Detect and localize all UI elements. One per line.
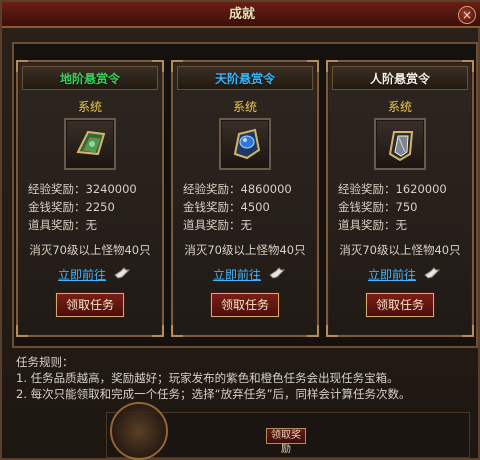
card-header: 人阶悬赏令 xyxy=(332,66,468,90)
accept-task-button[interactable]: 领取任务 xyxy=(56,293,124,317)
corner-ornament xyxy=(462,60,474,72)
corner-ornament xyxy=(307,60,319,72)
task-requirement: 消灭70级以上怪物40只 xyxy=(29,243,151,257)
item-reward-value: 无 xyxy=(85,218,98,232)
accept-task-button[interactable]: 领取任务 xyxy=(211,293,279,317)
money-reward-value: 4500 xyxy=(240,200,270,214)
accept-task-button[interactable]: 领取任务 xyxy=(366,293,434,317)
green-jade-token-icon xyxy=(64,118,116,170)
task-rules: 任务规则： 1. 任务品质越高，奖励越好；玩家发布的紫色和橙色任务会出现任务宝箱… xyxy=(16,354,472,402)
card-title: 天阶悬赏令 xyxy=(214,72,275,86)
exp-reward: 经验奖励：1620000 xyxy=(338,180,466,198)
corner-ornament xyxy=(16,60,28,72)
rules-item: 1. 任务品质越高，奖励越好；玩家发布的紫色和橙色任务会出现任务宝箱。 xyxy=(16,371,399,385)
blue-sapphire-token-icon xyxy=(219,118,271,170)
corner-ornament xyxy=(307,325,319,337)
corner-ornament xyxy=(152,325,164,337)
bounty-card-heaven: 天阶悬赏令 系统 经验奖励：4860000 金钱奖励：4500 道具奖励：无 消… xyxy=(171,60,319,337)
card-publisher: 系统 xyxy=(387,100,412,114)
exp-reward-value: 4860000 xyxy=(240,182,292,196)
rules-item: 2. 每次只能领取和完成一个任务；选择“放弃任务”后，同样会计算任务次数。 xyxy=(16,387,411,401)
window-title: 成就 xyxy=(228,7,255,22)
card-title: 人阶悬赏令 xyxy=(369,72,430,86)
corner-ornament xyxy=(171,325,183,337)
reward-list: 经验奖励：1620000 金钱奖励：750 道具奖励：无 xyxy=(338,180,466,234)
exp-reward-value: 1620000 xyxy=(395,182,447,196)
money-reward-label: 金钱奖励： xyxy=(338,200,396,214)
exp-reward: 经验奖励：4860000 xyxy=(183,180,311,198)
exp-reward: 经验奖励：3240000 xyxy=(28,180,156,198)
item-reward-value: 无 xyxy=(240,218,253,232)
item-reward: 道具奖励：无 xyxy=(338,216,466,234)
corner-ornament xyxy=(152,60,164,72)
item-reward: 道具奖励：无 xyxy=(28,216,156,234)
money-reward-value: 2250 xyxy=(85,200,115,214)
reward-list: 经验奖励：4860000 金钱奖励：4500 道具奖励：无 xyxy=(183,180,311,234)
bird-icon[interactable] xyxy=(269,266,285,280)
exp-reward-label: 经验奖励： xyxy=(183,182,241,196)
money-reward: 金钱奖励：750 xyxy=(338,198,466,216)
money-reward-value: 750 xyxy=(395,200,418,214)
bounty-card-earth: 地阶悬赏令 系统 经验奖励：3240000 金钱奖励：2250 道具奖励：无 消… xyxy=(16,60,164,337)
silver-shield-token-icon xyxy=(374,118,426,170)
reward-list: 经验奖励：3240000 金钱奖励：2250 道具奖励：无 xyxy=(28,180,156,234)
task-requirement: 消灭70级以上怪物40只 xyxy=(184,243,306,257)
card-publisher: 系统 xyxy=(77,100,102,114)
card-publisher: 系统 xyxy=(232,100,257,114)
money-reward-label: 金钱奖励： xyxy=(28,200,86,214)
money-reward-label: 金钱奖励： xyxy=(183,200,241,214)
title-bar: 成就 × xyxy=(2,2,480,28)
bird-icon[interactable] xyxy=(114,266,130,280)
exp-reward-value: 3240000 xyxy=(85,182,137,196)
exp-reward-label: 经验奖励： xyxy=(338,182,396,196)
item-reward-label: 道具奖励： xyxy=(28,218,86,232)
achievement-window: 成就 × 地阶悬赏令 系统 经验奖励：3240000 金钱奖励：2250 道具奖… xyxy=(0,0,480,460)
card-header: 地阶悬赏令 xyxy=(22,66,158,90)
money-reward: 金钱奖励：4500 xyxy=(183,198,311,216)
item-reward-label: 道具奖励： xyxy=(183,218,241,232)
bounty-card-human: 人阶悬赏令 系统 经验奖励：1620000 金钱奖励：750 道具奖励：无 消灭… xyxy=(326,60,474,337)
corner-ornament xyxy=(326,325,338,337)
corner-ornament xyxy=(16,325,28,337)
card-title: 地阶悬赏令 xyxy=(59,72,120,86)
emblem-seal-icon xyxy=(110,402,168,460)
item-reward-label: 道具奖励： xyxy=(338,218,396,232)
close-button[interactable]: × xyxy=(458,6,476,24)
rules-heading: 任务规则： xyxy=(16,355,74,369)
item-reward: 道具奖励：无 xyxy=(183,216,311,234)
exp-reward-label: 经验奖励： xyxy=(28,182,86,196)
bird-icon[interactable] xyxy=(424,266,440,280)
corner-ornament xyxy=(326,60,338,72)
corner-ornament xyxy=(462,325,474,337)
task-requirement: 消灭70级以上怪物40只 xyxy=(339,243,461,257)
card-header: 天阶悬赏令 xyxy=(177,66,313,90)
claim-reward-button[interactable]: 领取奖励 xyxy=(266,428,306,455)
money-reward: 金钱奖励：2250 xyxy=(28,198,156,216)
corner-ornament xyxy=(171,60,183,72)
item-reward-value: 无 xyxy=(395,218,408,232)
